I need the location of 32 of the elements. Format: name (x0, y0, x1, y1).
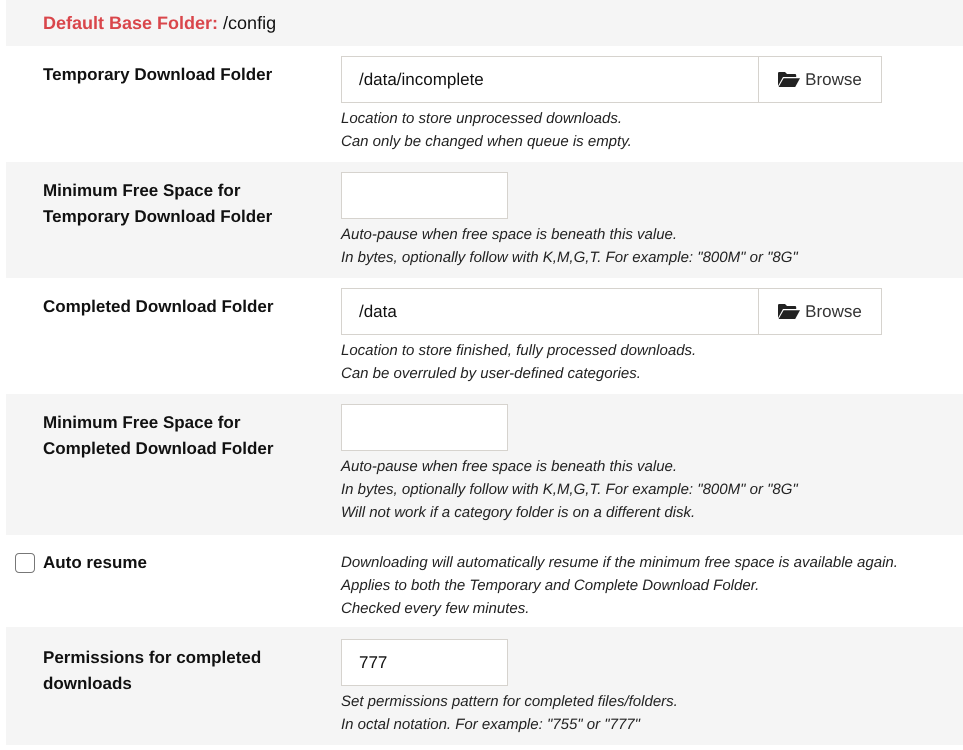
help-text: Location to store finished, fully processed downloads. (341, 341, 696, 361)
setting-label: Minimum Free Space for Completed Download Folder (43, 412, 274, 460)
input-field[interactable] (341, 172, 508, 219)
help-text: Can be overruled by user-defined categories. (341, 364, 642, 384)
path-field[interactable]: /data/incomplete (341, 56, 759, 103)
folder-icon (778, 303, 800, 320)
input-field[interactable] (341, 404, 508, 451)
folder-icon (778, 71, 800, 88)
help-text: In bytes, optionally follow with K,M,G,T. For example: "800M" or "8G" (341, 248, 798, 268)
path-field[interactable]: /data (341, 288, 759, 335)
help-text: Checked every few minutes. (341, 599, 530, 619)
setting-label: Minimum Free Space for Temporary Download Folder (43, 180, 274, 228)
setting-label: Auto resume (43, 552, 148, 574)
input-field[interactable]: 777 (341, 639, 508, 686)
help-text: Will not work if a category folder is on a different disk. (341, 503, 696, 523)
setting-label: Permissions for completed downloads (43, 647, 262, 695)
folder-path: /config (223, 12, 276, 34)
help-text: Set permissions pattern for completed files/folders. (341, 692, 678, 712)
checkbox[interactable] (15, 552, 35, 572)
help-text: In bytes, optionally follow with K,M,G,T. For example: "800M" or "8G" (341, 480, 798, 500)
help-text: Downloading will automatically resume if the minimum free space is available again. (341, 553, 898, 573)
help-text: Can only be changed when queue is empty. (341, 132, 632, 152)
browse-button[interactable]: Browse (759, 56, 882, 103)
help-text: Auto-pause when free space is beneath this value. (341, 457, 678, 477)
help-text: In octal notation. For example: "755" or "777" (341, 715, 642, 735)
browse-button[interactable]: Browse (759, 288, 882, 335)
help-text: Location to store unprocessed downloads. (341, 109, 624, 129)
help-text: Auto-pause when free space is beneath this value. (341, 225, 678, 245)
setting-label: Temporary Download Folder (43, 64, 274, 86)
setting-label: Completed Download Folder (43, 296, 274, 318)
help-text: Applies to both the Temporary and Complete Download Folder. (341, 576, 760, 596)
section-label: Default Base Folder: (43, 12, 218, 34)
